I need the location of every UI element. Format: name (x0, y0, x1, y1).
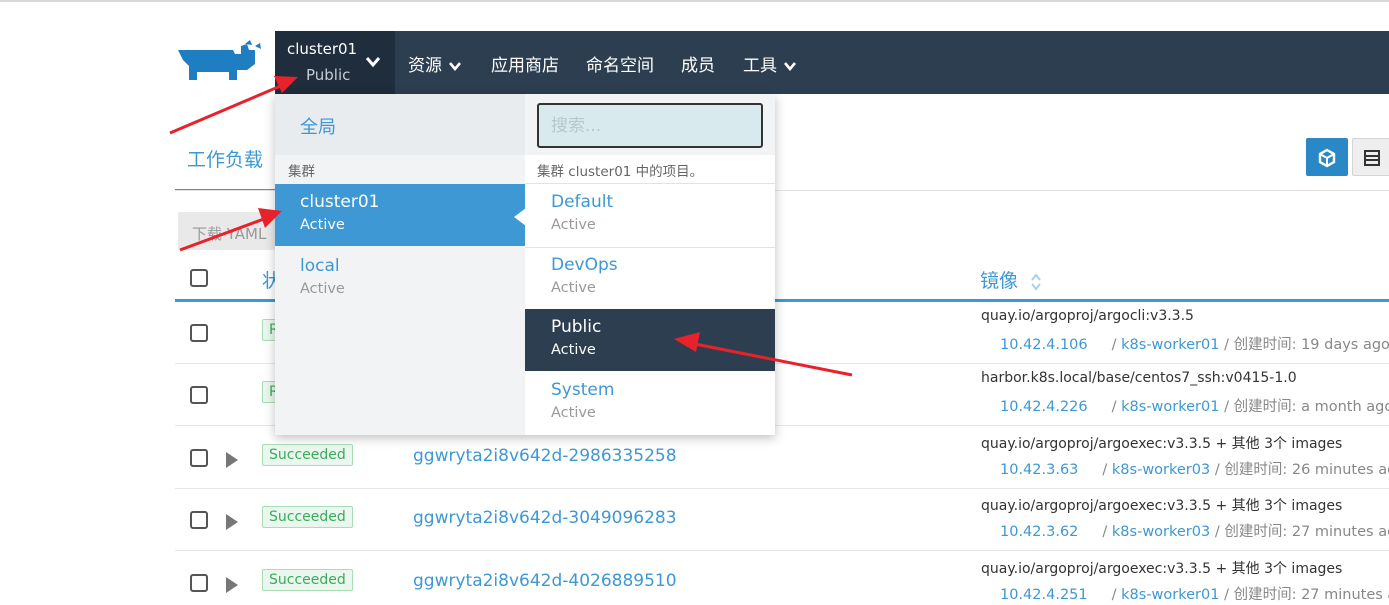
divider (525, 246, 775, 248)
project-item-devops[interactable]: DevOps Active (525, 247, 775, 309)
arrow-to-selector (169, 80, 291, 135)
pod-meta: 10.42.4.106/ k8s-worker01 / 创建时间: 19 day… (1000, 337, 1389, 353)
top-navbar: cluster01 Public 资源 应用商店 命名空间 成员 工具 (275, 31, 1389, 94)
created-time: 创建时间: 27 minutes ago (1224, 524, 1389, 540)
expand-icon[interactable] (226, 514, 238, 530)
selected-project-name: Public (306, 66, 351, 84)
image-name: quay.io/argoproj/argoexec:v3.3.5 + 其他 3个… (981, 561, 1343, 577)
cluster-project-selector[interactable]: cluster01 Public (275, 31, 395, 94)
top-border (0, 0, 1389, 2)
cluster-item-local[interactable]: local Active (275, 248, 525, 310)
project-item-name: System (551, 379, 615, 400)
nav-tools-label: 工具 (743, 56, 777, 76)
row-checkbox[interactable] (190, 449, 208, 467)
image-name: quay.io/argoproj/argoexec:v3.3.5 + 其他 3个… (981, 436, 1343, 452)
row-checkbox[interactable] (190, 511, 208, 529)
image-name: harbor.k8s.local/base/centos7_ssh:v0415-… (981, 370, 1297, 386)
cluster-item-cluster01[interactable]: cluster01 Active (275, 184, 525, 246)
pod-meta: 10.42.4.251/ k8s-worker01 / 创建时间: 27 min… (981, 583, 1389, 604)
cluster-item-status: Active (300, 281, 345, 297)
selected-cluster-name: cluster01 (287, 40, 358, 58)
image-name: quay.io/argoproj/argoexec:v3.3.5 + 其他 3个… (981, 498, 1343, 514)
cluster-item-name: cluster01 (300, 192, 380, 212)
cluster-item-status: Active (300, 217, 345, 233)
list-icon (1364, 150, 1380, 166)
chevron-down-icon (449, 62, 461, 71)
table-row: Succeeded ggwryta2i8v642d-3049096283 qua… (175, 489, 1389, 551)
view-grouped-button[interactable] (1306, 138, 1348, 176)
workload-name-link[interactable]: ggwryta2i8v642d-4026889510 (413, 571, 677, 591)
project-item-name: DevOps (551, 254, 618, 275)
project-item-system[interactable]: System Active (525, 372, 775, 434)
node-link[interactable]: k8s-worker03 (1112, 524, 1210, 540)
node-link[interactable]: k8s-worker01 (1121, 337, 1219, 353)
tab-workloads[interactable]: 工作负载 (187, 145, 263, 172)
node-link[interactable]: k8s-worker01 (1121, 399, 1219, 415)
status-badge: Succeeded (262, 569, 353, 591)
row-checkbox[interactable] (190, 574, 208, 592)
project-item-status: Active (551, 404, 596, 421)
cube-icon (1318, 148, 1336, 168)
download-yaml-button[interactable]: 下载 YAML (178, 212, 288, 250)
table-row: Succeeded ggwryta2i8v642d-4026889510 qua… (175, 552, 1389, 605)
pod-ip-link[interactable]: 10.42.4.106 (1000, 337, 1088, 353)
view-list-button[interactable] (1352, 138, 1389, 176)
column-header-image[interactable]: 镜像 (980, 266, 1018, 293)
nav-namespaces[interactable]: 命名空间 (586, 51, 654, 76)
chevron-down-icon (784, 62, 796, 71)
created-time: 创建时间: 19 days ago (1233, 337, 1389, 353)
nav-resources-label: 资源 (408, 56, 442, 76)
status-badge: Succeeded (262, 444, 353, 466)
nav-members[interactable]: 成员 (681, 51, 715, 76)
pod-meta: 10.42.3.63/ k8s-worker03 / 创建时间: 26 minu… (981, 458, 1389, 479)
pod-ip-link[interactable]: 10.42.4.251 (1000, 587, 1088, 603)
cluster-group-label: 集群 (288, 164, 315, 180)
project-item-default[interactable]: Default Active (525, 184, 775, 246)
workload-name-link[interactable]: ggwryta2i8v642d-2986335258 (413, 446, 677, 466)
project-list-panel: 集群 cluster01 中的项目。 Default Active DevOps Ac… (525, 94, 775, 435)
project-list-hint: 集群 cluster01 中的项目。 (537, 164, 704, 180)
project-item-status: Active (551, 342, 596, 358)
expand-icon[interactable] (226, 452, 238, 468)
rancher-logo[interactable] (175, 40, 265, 84)
expand-icon[interactable] (226, 577, 238, 593)
global-link[interactable]: 全局 (275, 94, 525, 155)
search-wrapper (525, 94, 775, 155)
nav-app-store[interactable]: 应用商店 (491, 51, 559, 76)
project-search-input[interactable] (537, 103, 763, 148)
image-name: quay.io/argoproj/argocli:v3.3.5 (981, 308, 1194, 324)
created-time: 创建时间: 26 minutes ago (1224, 462, 1389, 478)
table-row: Succeeded ggwryta2i8v642d-2986335258 qua… (175, 427, 1389, 489)
pod-ip-link[interactable]: 10.42.4.226 (1000, 399, 1088, 415)
project-item-name: Default (551, 192, 614, 212)
row-checkbox[interactable] (190, 386, 208, 404)
project-item-name: Public (551, 317, 602, 337)
row-divider (175, 550, 1389, 551)
cluster-project-dropdown: 全局 集群 cluster01 Active local Active 集群 clus… (275, 94, 775, 435)
pod-ip-link[interactable]: 10.42.3.63 (1000, 462, 1078, 478)
selection-pointer (514, 208, 526, 226)
pod-meta: 10.42.3.62/ k8s-worker03 / 创建时间: 27 minu… (981, 520, 1389, 541)
select-all-checkbox[interactable] (190, 269, 208, 287)
node-link[interactable]: k8s-worker03 (1112, 462, 1210, 478)
created-time: 创建时间: 27 minutes ago (1233, 587, 1389, 603)
row-checkbox[interactable] (190, 324, 208, 342)
workload-name-link[interactable]: ggwryta2i8v642d-3049096283 (413, 508, 677, 528)
status-badge: Succeeded (262, 506, 353, 528)
created-time: 创建时间: a month ago (1233, 399, 1389, 415)
nav-tools[interactable]: 工具 (743, 51, 797, 76)
cluster-list-panel: 全局 集群 cluster01 Active local Active (275, 94, 525, 435)
project-item-public[interactable]: Public Active (525, 309, 775, 371)
node-link[interactable]: k8s-worker01 (1121, 587, 1219, 603)
sort-icon[interactable] (1030, 272, 1042, 292)
pod-meta: 10.42.4.226/ k8s-worker01 / 创建时间: a mont… (981, 395, 1389, 416)
pod-ip-link[interactable]: 10.42.3.62 (1000, 524, 1078, 540)
chevron-down-icon (365, 57, 381, 68)
nav-resources[interactable]: 资源 (408, 51, 462, 76)
project-item-status: Active (551, 217, 596, 233)
cluster-item-name: local (300, 256, 340, 276)
project-item-status: Active (551, 279, 596, 296)
